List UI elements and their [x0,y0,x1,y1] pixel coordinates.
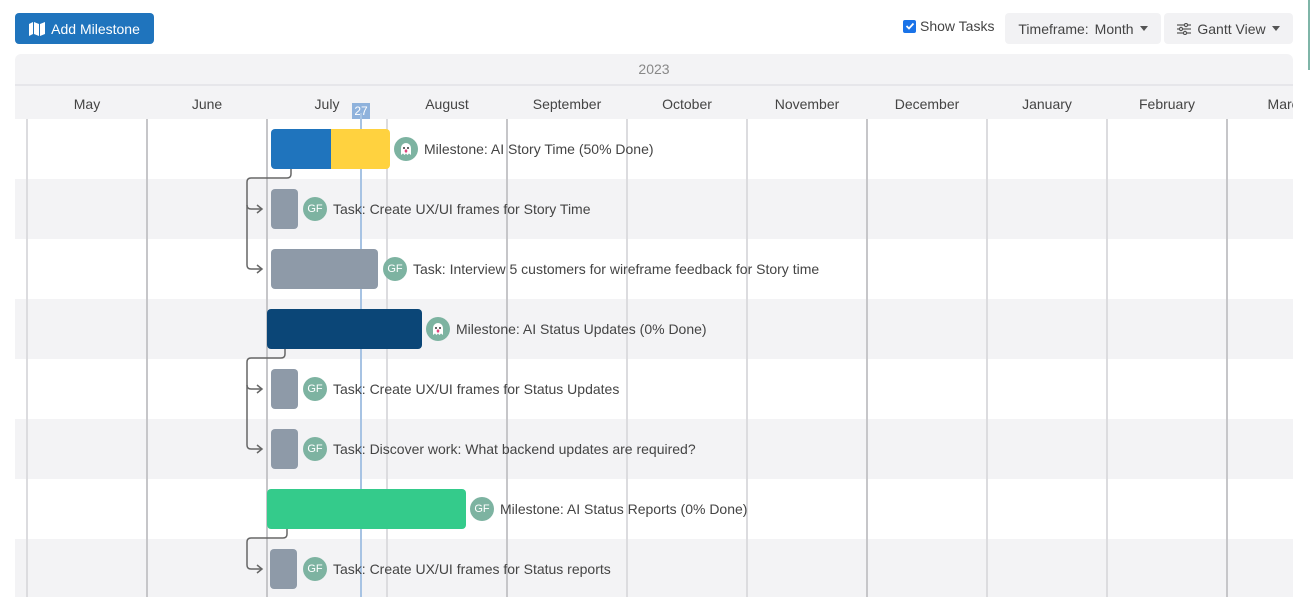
month-row: May June July August September October N… [15,88,1293,119]
milestone-progress-done [271,129,331,169]
month-label: February [1138,95,1196,112]
month-label: October [662,95,712,112]
year-label: 2023 [15,54,1293,86]
ghost-icon [433,323,443,335]
milestone-label[interactable]: GF Milestone: AI Status Reports (0% Done… [470,495,747,523]
gridline [746,119,748,597]
map-icon [29,21,46,36]
milestone-name: Milestone: AI Status Reports (0% Done) [500,501,748,517]
timeline-header: 2023 May June July August September Octo… [15,54,1293,119]
month-label: June [191,95,223,112]
milestone-name: Milestone: AI Status Updates (0% Done) [456,321,707,337]
caret-down-icon [1271,26,1280,31]
view-dropdown[interactable]: Gantt View [1164,13,1293,44]
gridline [26,119,28,597]
task-name: Task: Interview 5 customers for wirefram… [413,261,820,277]
gridline [1226,119,1228,597]
avatar: GF [383,257,407,281]
caret-down-icon [1139,26,1148,31]
add-milestone-button[interactable]: Add Milestone [15,13,154,44]
checkmark-icon [905,22,914,30]
task-name: Task: Discover work: What backend update… [333,441,696,457]
task-name: Task: Create UX/UI frames for Status rep… [333,561,611,577]
gantt-chart: Milestone: AI Story Time (50% Done) GF T… [15,119,1293,597]
milestone-progress-remaining [330,129,390,169]
row-background [15,179,1293,239]
month-label: August [425,95,469,112]
gridline [866,119,868,597]
gridline [1106,119,1108,597]
task-label[interactable]: GF Task: Discover work: What backend upd… [303,435,696,463]
month-label: December [894,95,960,112]
avatar: GF [303,557,327,581]
task-label[interactable]: GF Task: Interview 5 customers for wiref… [383,255,819,283]
milestone-label[interactable]: Milestone: AI Status Updates (0% Done) [426,315,707,343]
task-bar[interactable] [271,369,298,409]
task-name: Task: Create UX/UI frames for Story Time [333,201,591,217]
gridline [506,119,508,597]
task-label[interactable]: GF Task: Create UX/UI frames for Status … [303,375,619,403]
timeframe-label: Timeframe: [1018,20,1089,37]
task-bar[interactable] [270,549,297,589]
panel-edge [1308,0,1310,70]
milestone-bar[interactable] [271,129,390,169]
month-label: September [532,95,602,112]
gridline [986,119,988,597]
month-label: January [1022,95,1072,112]
timeframe-value: Month [1094,20,1134,37]
milestone-bar[interactable] [267,309,422,349]
milestone-name: Milestone: AI Story Time (50% Done) [424,141,654,157]
avatar: GF [303,377,327,401]
row-background [15,539,1293,597]
show-tasks-checkbox[interactable] [903,19,916,33]
row-background [15,359,1293,419]
avatar: GF [470,497,494,521]
avatar [394,137,418,161]
task-bar[interactable] [271,429,298,469]
ghost-icon [401,143,411,155]
month-label: May [73,95,101,112]
add-milestone-label: Add Milestone [51,20,140,37]
timeframe-dropdown[interactable]: Timeframe: Month [1005,13,1161,44]
avatar: GF [303,437,327,461]
month-label: November [774,95,840,112]
milestone-bar[interactable] [267,489,466,529]
show-tasks-label: Show Tasks [920,18,995,34]
row-background [15,119,1293,179]
task-name: Task: Create UX/UI frames for Status Upd… [333,381,620,397]
gridline [146,119,148,597]
sliders-icon [1177,22,1192,35]
avatar: GF [303,197,327,221]
show-tasks-toggle[interactable]: Show Tasks [903,18,994,34]
avatar [426,317,450,341]
gridline [626,119,628,597]
task-label[interactable]: GF Task: Create UX/UI frames for Story T… [303,195,591,223]
task-bar[interactable] [271,249,378,289]
milestone-label[interactable]: Milestone: AI Story Time (50% Done) [394,135,654,163]
task-bar[interactable] [271,189,298,229]
month-label: March [1267,95,1293,112]
view-label: Gantt View [1197,20,1266,37]
task-label[interactable]: GF Task: Create UX/UI frames for Status … [303,555,611,583]
